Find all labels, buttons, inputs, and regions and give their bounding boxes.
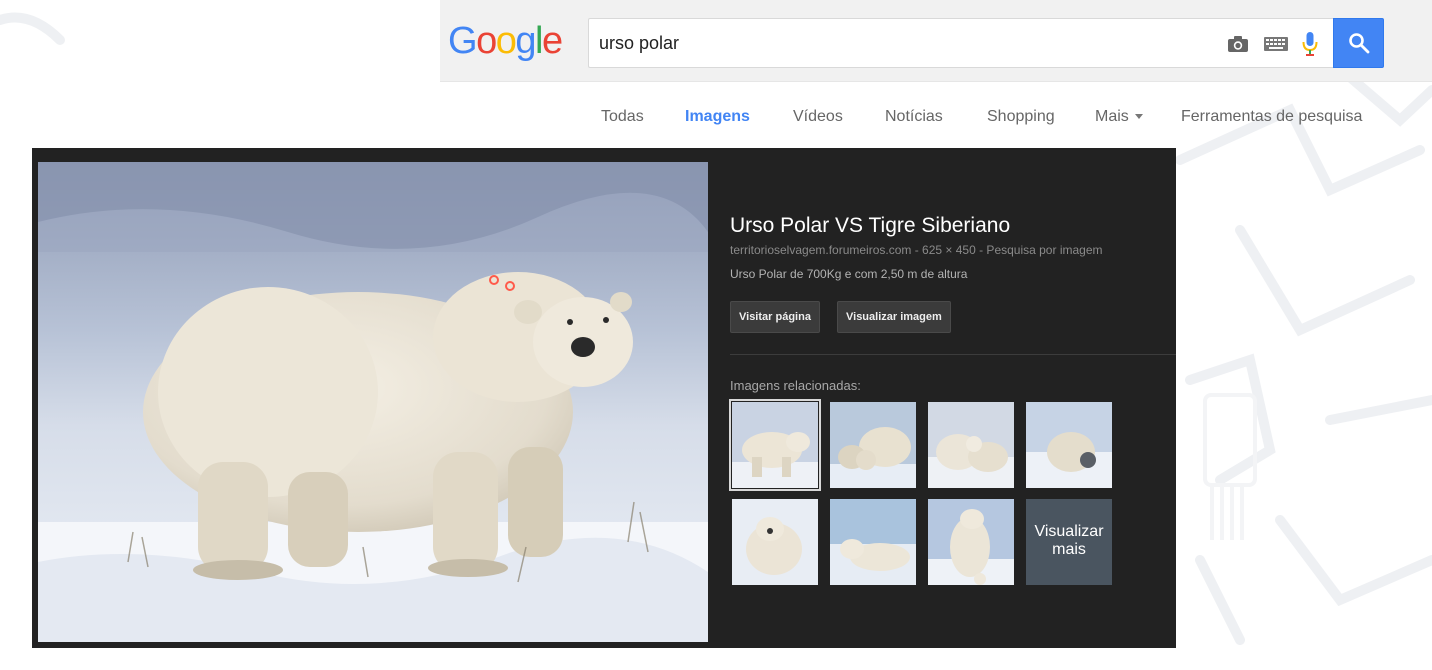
search-box (588, 18, 1333, 68)
related-thumbnail[interactable] (928, 499, 1014, 585)
chevron-down-icon (1134, 114, 1143, 120)
related-thumbnail[interactable] (729, 399, 821, 491)
camera-icon[interactable] (1225, 31, 1251, 57)
view-more-button[interactable]: Visualizar mais (1026, 499, 1112, 585)
search-input[interactable] (599, 19, 1159, 67)
search-button[interactable] (1333, 18, 1384, 68)
search-tabs: Todas Imagens Vídeos Notícias Shopping M… (0, 100, 1432, 136)
related-thumbnail[interactable] (732, 499, 818, 585)
search-header: Google (440, 0, 1432, 82)
tab-todas[interactable]: Todas (601, 108, 644, 126)
logo-letter: o (476, 20, 497, 62)
divider (730, 354, 1176, 355)
related-thumbnail[interactable] (830, 402, 916, 488)
tab-ferramentas[interactable]: Ferramentas de pesquisa (1181, 108, 1362, 126)
logo-letter: g (515, 20, 536, 62)
tab-imagens[interactable]: Imagens (685, 108, 750, 126)
keyboard-icon[interactable] (1263, 31, 1289, 57)
view-image-button[interactable]: Visualizar imagem (837, 301, 951, 333)
logo-letter: l (534, 20, 543, 62)
search-icon (1348, 33, 1369, 54)
preview-details: Urso Polar VS Tigre Siberiano territorio… (729, 148, 1176, 648)
microphone-icon[interactable] (1297, 31, 1323, 57)
logo-letter: G (448, 20, 478, 62)
related-images-label: Imagens relacionadas: (730, 378, 861, 393)
logo-letter: o (495, 20, 517, 62)
preview-source-meta[interactable]: territorioselvagem.forumeiros.com - 625 … (730, 243, 1103, 257)
visit-page-button[interactable]: Visitar página (730, 301, 820, 333)
preview-title[interactable]: Urso Polar VS Tigre Siberiano (730, 214, 1010, 238)
tab-mais-label: Mais (1095, 108, 1129, 125)
image-preview-panel: Urso Polar VS Tigre Siberiano territorio… (32, 148, 1176, 648)
related-thumbnail[interactable] (830, 499, 916, 585)
related-thumbnail[interactable] (928, 402, 1014, 488)
preview-description: Urso Polar de 700Kg e com 2,50 m de altu… (730, 267, 968, 281)
tab-shopping[interactable]: Shopping (987, 108, 1055, 126)
google-logo[interactable]: Google (448, 20, 563, 62)
tab-videos[interactable]: Vídeos (793, 108, 843, 126)
preview-image[interactable] (38, 162, 708, 642)
tab-noticias[interactable]: Notícias (885, 108, 943, 126)
logo-letter: e (541, 20, 563, 62)
tab-mais[interactable]: Mais (1095, 108, 1143, 126)
related-thumbnail[interactable] (1026, 402, 1112, 488)
view-more-label: Visualizar mais (1034, 523, 1104, 558)
